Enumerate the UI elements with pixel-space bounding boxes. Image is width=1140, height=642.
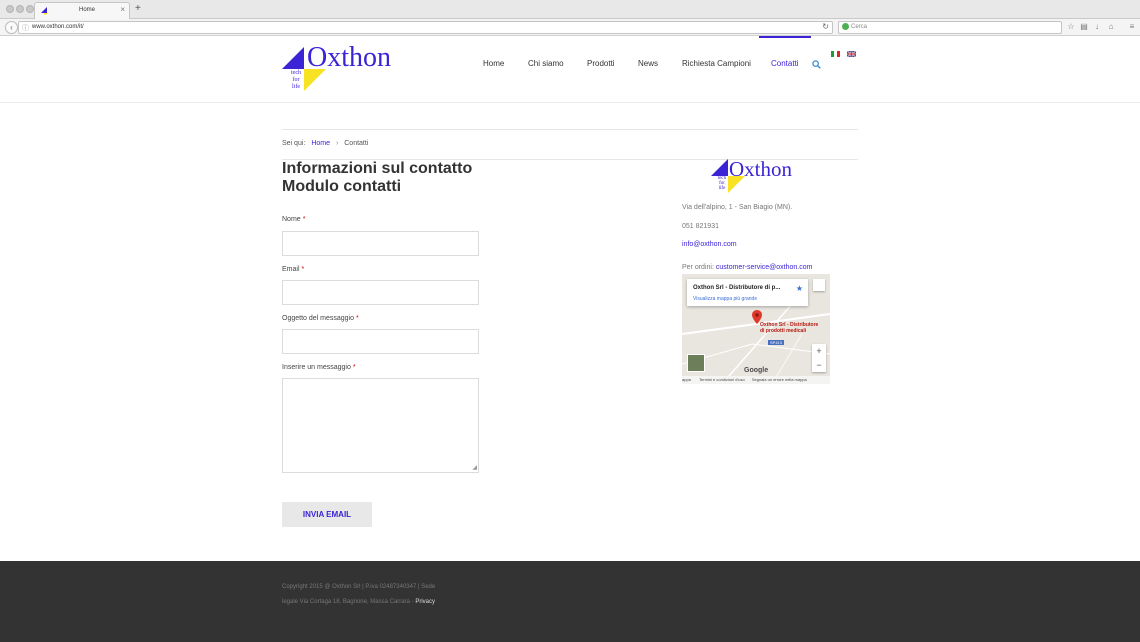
reading-list-icon[interactable]: ▤ — [1080, 23, 1088, 31]
logo-tagline: tech for life — [291, 70, 301, 90]
nav-item-contatti[interactable]: Contatti — [759, 36, 811, 92]
map-road-label: SP413 — [768, 340, 785, 345]
search-placeholder: Cerca — [851, 24, 868, 30]
contact-phone: 051 821931 — [682, 223, 719, 230]
browser-tab-strip: Home × + — [0, 0, 1140, 19]
breadcrumb-prefix: Sei qui: — [282, 140, 306, 147]
map-report-link[interactable]: Segnala un errore nella mappa — [752, 377, 807, 382]
nav-item-richiesta-campioni[interactable]: Richiesta Campioni — [682, 36, 751, 92]
browser-toolbar: ‹ ⓘ www.oxthon.com/it/ ↻ Cerca ☆ ▤ ↓ ⌂ ≡ — [0, 19, 1140, 36]
map-terms-link[interactable]: Termini e condizioni d'uso — [699, 377, 745, 382]
copyright-text: Copyright 2015 @ Oxthon Srl | P.iva 0248… — [282, 584, 436, 605]
view-larger-map-link[interactable]: Visualizza mappa più grande — [693, 296, 757, 302]
orders-contact: Per ordini: customer-service@oxthon.com — [682, 264, 812, 271]
menu-icon[interactable]: ≡ — [1128, 23, 1136, 31]
new-tab-button[interactable]: + — [135, 4, 141, 14]
orders-prefix: Per ordini: — [682, 264, 714, 271]
message-label: Inserire un messaggio * — [282, 364, 356, 371]
privacy-link[interactable]: Privacy — [415, 599, 435, 605]
window-minimize-button[interactable] — [16, 5, 24, 13]
map-info-card: Oxthon Srl - Distributore di p... Visual… — [687, 279, 808, 306]
flag-uk-icon[interactable] — [847, 51, 856, 57]
bookmark-star-icon[interactable]: ☆ — [1067, 23, 1075, 31]
download-icon[interactable]: ↓ — [1093, 23, 1101, 31]
oxthon-favicon-icon — [41, 7, 49, 15]
subject-label: Oggetto del messaggio * — [282, 315, 359, 322]
google-logo: Google — [744, 367, 769, 374]
save-star-icon[interactable]: ★ — [796, 284, 803, 293]
satellite-toggle[interactable] — [687, 354, 705, 372]
window-close-button[interactable] — [6, 5, 14, 13]
page-title: Informazioni sul contatto Modulo contatt… — [282, 160, 473, 195]
site-logo[interactable]: Oxthon tech for life — [282, 42, 402, 97]
site-footer: Copyright 2015 @ Oxthon Srl | P.iva 0248… — [0, 561, 1140, 642]
sidebar-logo: Oxthon tech for life — [711, 157, 801, 197]
search-engine-icon — [842, 23, 849, 30]
zoom-out-button[interactable]: − — [812, 358, 826, 372]
nav-item-news[interactable]: News — [638, 36, 658, 92]
contact-email-link[interactable]: info@oxthon.com — [682, 241, 737, 248]
name-input[interactable] — [282, 231, 479, 256]
back-arrow-icon[interactable]: ‹ — [5, 21, 18, 34]
subject-input[interactable] — [282, 329, 479, 354]
tab-title: Home — [79, 7, 96, 13]
map-zoom-control: + − — [812, 344, 826, 372]
site-info-icon[interactable]: ⓘ — [22, 23, 29, 33]
zoom-in-button[interactable]: + — [812, 344, 826, 358]
breadcrumb-top-rule — [282, 129, 858, 130]
flag-it-icon[interactable] — [831, 51, 840, 57]
nav-item-prodotti[interactable]: Prodotti — [587, 36, 615, 92]
orders-email-link[interactable]: customer-service@oxthon.com — [716, 264, 813, 271]
header-divider — [0, 102, 1140, 103]
breadcrumb-current: Contatti — [344, 140, 369, 147]
url-text: www.oxthon.com/it/ — [32, 24, 84, 30]
resize-handle-icon[interactable]: ◢ — [472, 465, 477, 471]
home-icon[interactable]: ⌂ — [1107, 23, 1115, 31]
breadcrumb-home-link[interactable]: Home — [311, 140, 330, 147]
email-label: Email * — [282, 266, 305, 273]
logo-blue-triangle — [282, 47, 304, 69]
message-textarea[interactable]: ◢ — [282, 378, 479, 473]
search-icon[interactable] — [812, 60, 821, 69]
window-zoom-button[interactable] — [26, 5, 34, 13]
reload-icon[interactable]: ↻ — [822, 22, 829, 31]
email-input[interactable] — [282, 280, 479, 305]
logo-tagline: tech for life — [717, 176, 727, 191]
browser-tab[interactable]: Home × — [34, 2, 130, 19]
name-label: Nome * — [282, 216, 306, 223]
map-place-label: Oxthon Srl - Distributore di prodotti me… — [760, 322, 819, 334]
map-footer-left: appa — [682, 377, 691, 382]
street-view-icon[interactable] — [813, 279, 825, 291]
logo-blue-triangle — [711, 159, 728, 176]
map-card-title: Oxthon Srl - Distributore di p... — [693, 285, 781, 291]
google-map[interactable]: Oxthon Srl - Distributore di p... Visual… — [682, 274, 830, 384]
logo-wordmark: Oxthon — [729, 157, 792, 181]
nav-item-home[interactable]: Home — [483, 36, 504, 92]
breadcrumb-separator: › — [335, 140, 339, 147]
url-bar[interactable]: ⓘ www.oxthon.com/it/ ↻ — [18, 21, 833, 34]
browser-search-input[interactable]: Cerca — [838, 21, 1062, 34]
footer-copyright: Copyright 2015 @ Oxthon Srl | P.iva 0248… — [282, 580, 452, 610]
nav-item-chi-siamo[interactable]: Chi siamo — [528, 36, 564, 92]
send-email-button[interactable]: INVIA EMAIL — [282, 502, 372, 527]
logo-wordmark: Oxthon — [307, 42, 391, 73]
breadcrumb: Sei qui: Home › Contatti — [282, 140, 368, 147]
tab-close-icon[interactable]: × — [120, 5, 125, 14]
map-footer: appa Termini e condizioni d'uso Segnala … — [682, 376, 830, 384]
contact-address: Via dell'alpino, 1 - San Biagio (MN). — [682, 204, 793, 211]
